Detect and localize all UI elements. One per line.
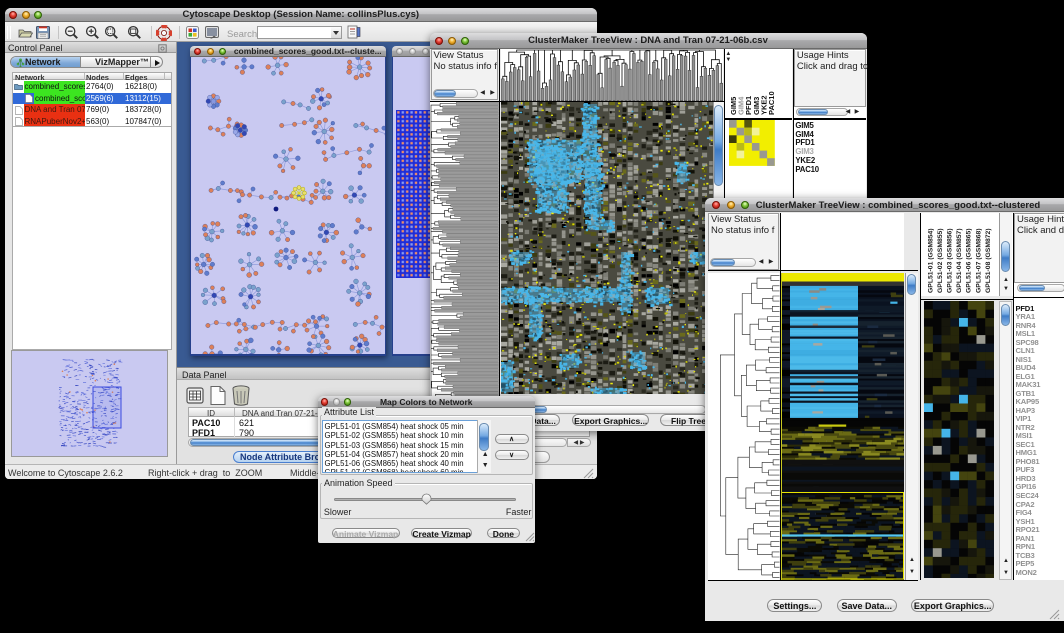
svg-text:PAC10: PAC10 [767, 92, 776, 116]
